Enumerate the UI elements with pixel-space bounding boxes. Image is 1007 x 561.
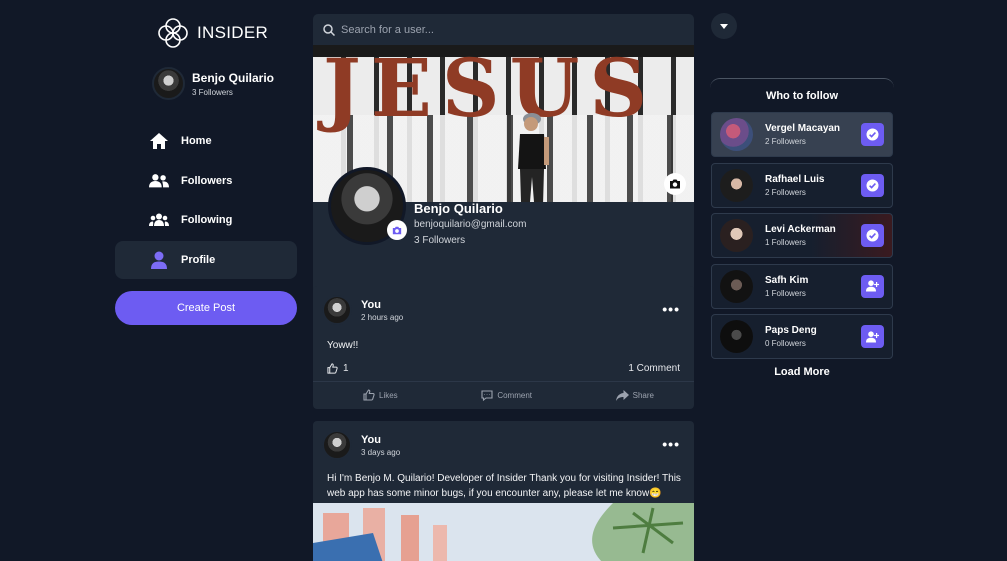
following-icon — [149, 210, 169, 230]
cover-text: JESUS — [323, 45, 658, 135]
avatar — [152, 67, 185, 100]
comment-count[interactable]: 1 Comment — [628, 363, 680, 374]
post-text: Hi I'm Benjo M. Quilario! Developer of I… — [327, 473, 681, 499]
following-button[interactable] — [861, 173, 884, 197]
avatar — [720, 320, 753, 353]
main-nav: Home Followers Following Profile — [115, 122, 297, 280]
follow-user-followers: 1 Followers — [765, 238, 806, 247]
share-button[interactable]: Share — [615, 389, 654, 401]
follow-button[interactable] — [861, 274, 884, 298]
post-header: You 2 hours ago — [322, 295, 403, 325]
post-author[interactable]: You — [361, 299, 403, 311]
like-count: 1 — [343, 363, 349, 374]
comment-button[interactable]: Comment — [481, 389, 532, 401]
post-author[interactable]: You — [361, 434, 400, 446]
check-circle-icon — [866, 229, 879, 242]
post-reactions: 1 1 Comment — [327, 363, 680, 374]
followers-icon — [149, 171, 169, 191]
follow-user-followers: 0 Followers — [765, 339, 806, 348]
change-cover-button[interactable] — [664, 173, 686, 195]
load-more-button[interactable]: Load More — [710, 366, 894, 378]
avatar — [720, 269, 753, 303]
search-input[interactable] — [341, 23, 661, 36]
change-avatar-button[interactable] — [387, 220, 407, 240]
who-to-follow-title: Who to follow — [710, 78, 894, 112]
follow-user-followers: 2 Followers — [765, 187, 806, 197]
check-circle-icon — [866, 128, 879, 141]
search-icon — [323, 23, 335, 36]
following-button[interactable] — [861, 123, 884, 146]
like-button-label: Likes — [379, 390, 398, 400]
insider-logo-icon — [158, 18, 188, 48]
avatar — [720, 219, 753, 252]
caret-down-icon — [720, 23, 728, 29]
create-post-button[interactable]: Create Post — [115, 291, 297, 325]
follow-user-name[interactable]: Safh Kim — [765, 275, 808, 286]
share-button-label: Share — [632, 390, 654, 400]
post-timestamp: 3 days ago — [361, 447, 401, 457]
camera-icon — [392, 226, 402, 234]
profile-name: Benjo Quilario — [414, 201, 503, 216]
follow-user-name[interactable]: Vergel Macayan — [765, 123, 840, 134]
add-user-icon — [866, 280, 879, 292]
nav-item-label: Profile — [181, 253, 216, 266]
nav-item-profile[interactable]: Profile — [115, 240, 297, 279]
current-user-name: Benjo Quilario — [192, 70, 275, 85]
main-feed: JESUS Benjo Quilario benjoquilario@gmail… — [313, 14, 694, 561]
follow-user-name[interactable]: Levi Ackerman — [765, 224, 836, 235]
share-icon — [615, 389, 629, 401]
comment-icon — [481, 389, 493, 401]
avatar — [720, 168, 753, 202]
post-image[interactable] — [313, 503, 694, 561]
post-photo — [313, 503, 694, 561]
thumbs-up-icon — [327, 363, 338, 374]
follow-user-name[interactable]: Rafhael Luis — [765, 174, 824, 185]
nav-item-following[interactable]: Following — [115, 201, 297, 239]
nav-item-home[interactable]: Home — [115, 122, 297, 160]
follow-card[interactable]: Rafhael Luis 2 Followers — [711, 162, 893, 208]
profile-email: benjoquilario@gmail.com — [414, 219, 527, 230]
post-header: You 3 days ago — [322, 430, 400, 460]
brand[interactable]: INSIDER — [157, 17, 268, 49]
follow-user-followers: 2 Followers — [765, 137, 806, 146]
follow-card[interactable]: Safh Kim 1 Followers — [711, 263, 893, 309]
follow-card[interactable]: Levi Ackerman 1 Followers — [711, 213, 893, 258]
who-to-follow-panel: Who to follow Vergel Macayan 2 Followers… — [710, 78, 894, 365]
nav-item-label: Following — [181, 214, 233, 226]
follow-user-followers: 1 Followers — [765, 288, 806, 298]
follow-button[interactable] — [861, 325, 884, 348]
add-user-icon — [866, 330, 879, 342]
cover-person-image — [518, 113, 549, 202]
current-user[interactable]: Benjo Quilario 3 Followers — [152, 67, 274, 100]
avatar[interactable] — [322, 295, 352, 325]
nav-item-followers[interactable]: Followers — [115, 162, 297, 200]
home-icon — [149, 131, 169, 151]
profile-followers: 3 Followers — [414, 235, 466, 246]
follow-user-name[interactable]: Paps Deng — [765, 325, 817, 336]
nav-item-label: Followers — [181, 174, 233, 187]
post-card: You 2 hours ago ••• Yoww!! 1 1 Comment L… — [313, 286, 694, 409]
post-actions: Likes Comment Share — [313, 382, 694, 408]
follow-card[interactable]: Paps Deng 0 Followers — [711, 314, 893, 359]
following-button[interactable] — [861, 224, 884, 247]
check-circle-icon — [866, 179, 879, 191]
follow-card[interactable]: Vergel Macayan 2 Followers — [711, 112, 893, 157]
thumbs-up-icon — [363, 389, 375, 401]
camera-icon — [670, 179, 680, 189]
profile-icon — [149, 250, 169, 270]
avatar[interactable] — [322, 430, 352, 460]
more-options-icon[interactable]: ••• — [662, 437, 680, 451]
current-user-followers: 3 Followers — [192, 87, 233, 97]
search-bar — [313, 14, 694, 45]
avatar — [720, 118, 753, 151]
brand-name: INSIDER — [197, 23, 269, 42]
more-options-icon[interactable]: ••• — [662, 302, 680, 316]
comment-button-label: Comment — [497, 390, 532, 400]
nav-item-label: Home — [181, 135, 212, 147]
post-text: Yoww!! — [327, 340, 359, 351]
post-timestamp: 2 hours ago — [361, 312, 404, 322]
post-card: You 3 days ago ••• Hi I'm Benjo M. Quila… — [313, 421, 694, 561]
like-button[interactable]: Likes — [363, 389, 398, 401]
account-dropdown-button[interactable] — [711, 13, 737, 39]
